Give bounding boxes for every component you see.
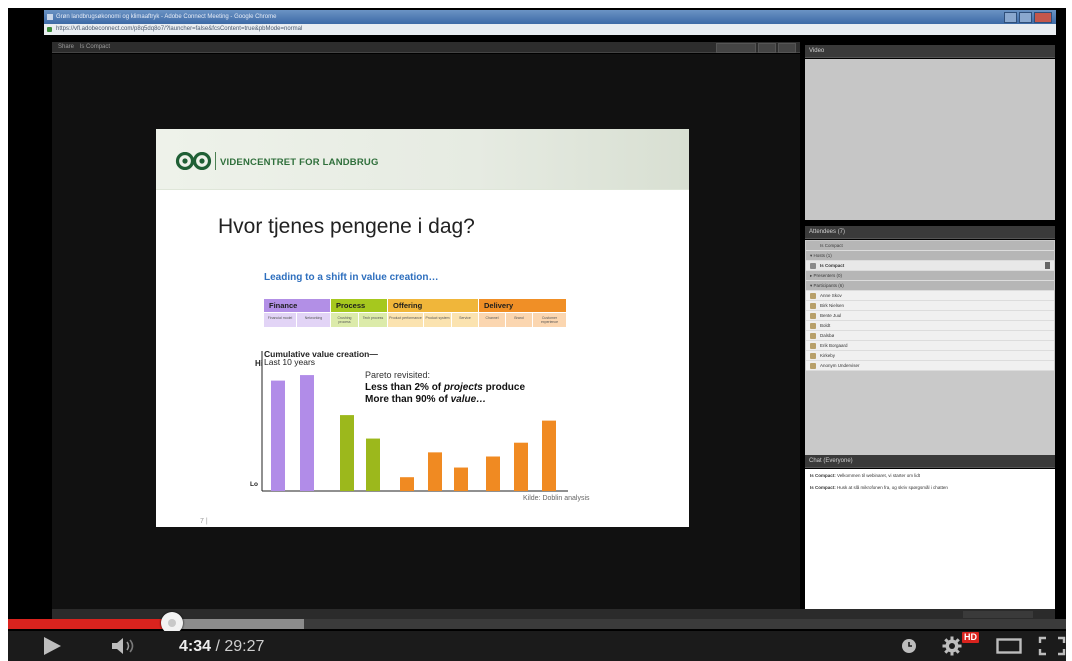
- pod-menu-icon: [778, 43, 796, 53]
- attendee-row: Is Compact: [806, 261, 1054, 271]
- chat-pod-header: Chat (Everyone): [805, 455, 1055, 468]
- presentation-slide: VIDENCENTRET FOR LANDBRUG Hvor tjenes pe…: [156, 129, 689, 527]
- slide-number: 7 |: [200, 518, 208, 525]
- browser-title-bar: Grøn landbrugsøkonomi og klimaaftryk - A…: [44, 10, 1056, 24]
- chart-bar: [340, 415, 354, 491]
- attendees-pod-header: Attendees (7): [805, 226, 1055, 239]
- attendee-group-hosts: ▾ Hosts (1): [806, 251, 1054, 261]
- attendee-row: Bente Juul: [806, 311, 1054, 321]
- chart-bar: [428, 452, 442, 491]
- browser-address-bar: https://vfl.adobeconnect.com/p8q5dq8o7/?…: [44, 24, 1056, 35]
- chart-bar: [542, 420, 556, 491]
- user-icon: [810, 263, 816, 269]
- axis-hi-label: Hi: [255, 359, 263, 368]
- browser-title-text: Grøn landbrugsøkonomi og klimaaftryk - A…: [56, 14, 277, 20]
- hd-badge: HD: [962, 632, 979, 643]
- watch-later-icon[interactable]: [901, 638, 917, 654]
- player-controls: 4:34 / 29:27 HD: [8, 631, 1066, 661]
- user-icon: [810, 323, 816, 329]
- fullscreen-pod-icon: [758, 43, 776, 53]
- chart-bar: [454, 467, 468, 491]
- chat-pod-area: Is Compact: Velkommen til webinaret, vi …: [805, 469, 1055, 609]
- pareto-line-2: More than 90% of value…: [365, 394, 487, 405]
- browser-window-icon: [47, 14, 53, 20]
- video-player[interactable]: Grøn landbrugsøkonomi og klimaaftryk - A…: [8, 8, 1066, 661]
- attendee-group-presenters: ▸ Presenters (0): [806, 271, 1054, 281]
- share-pod-buttons: [716, 43, 796, 53]
- chart-bar: [366, 438, 380, 491]
- settings-gear-icon[interactable]: [942, 636, 962, 656]
- play-icon[interactable]: [44, 637, 61, 655]
- attendee-row: Anonym Underviser: [806, 361, 1054, 371]
- time-separator: /: [211, 638, 225, 655]
- attendee-row: Boldt: [806, 321, 1054, 331]
- stop-share-button: [716, 43, 756, 53]
- user-icon: [810, 303, 816, 309]
- chart-bar: [514, 442, 528, 491]
- attendees-list: Is Compact ▾ Hosts (1) Is Compact ▸ Pres…: [805, 240, 1055, 455]
- volume-icon[interactable]: [112, 637, 138, 655]
- progress-played: [8, 619, 172, 629]
- attendee-row: Kirkeby: [806, 351, 1054, 361]
- pareto-title: Pareto revisited:: [365, 370, 431, 380]
- attendee-row: Is Compact: [806, 241, 1054, 251]
- fullscreen-icon[interactable]: [1038, 636, 1066, 656]
- maximize-icon: [1019, 12, 1032, 23]
- attendee-row: Erik Borgaard: [806, 341, 1054, 351]
- user-icon: [810, 353, 816, 359]
- user-icon: [810, 293, 816, 299]
- chart-bar: [486, 456, 500, 491]
- current-time: 4:34: [179, 638, 212, 655]
- user-icon: [810, 343, 816, 349]
- user-icon: [810, 313, 816, 319]
- pareto-line-1: Less than 2% of projects produce: [365, 382, 526, 393]
- attendee-row: Birk Nielsen: [806, 301, 1054, 311]
- share-pod-subtitle: Is Compact: [79, 44, 111, 50]
- window-controls: [1004, 12, 1052, 23]
- close-icon: [1034, 12, 1052, 23]
- lock-icon: [47, 27, 52, 32]
- attendee-group-participants: ▾ Participants (6): [806, 281, 1054, 291]
- chart-bar: [271, 380, 285, 491]
- user-icon: [810, 333, 816, 339]
- time-display: 4:34 / 29:27: [179, 638, 264, 656]
- chat-message: Is Compact: Husk at slå mikrofonen fra, …: [810, 485, 948, 490]
- attendee-row: Anne Skov: [806, 291, 1054, 301]
- duration: 29:27: [224, 638, 265, 655]
- chart-bar: [400, 477, 414, 491]
- share-pod-title: Share: [58, 44, 75, 50]
- progress-bar[interactable]: [8, 612, 1066, 634]
- source-note: Kilde: Doblin analysis: [523, 495, 590, 502]
- attendee-row: Dalsbø: [806, 331, 1054, 341]
- cumulative-sub: Last 10 years: [264, 357, 316, 367]
- axis-lo-label: Lo: [250, 481, 258, 488]
- browser-url-text: https://vfl.adobeconnect.com/p8q5dq8o7/?…: [56, 26, 303, 32]
- minimize-icon: [1004, 12, 1017, 23]
- value-creation-chart: [261, 351, 568, 492]
- user-icon: [810, 363, 816, 369]
- theater-mode-icon[interactable]: [996, 637, 1022, 655]
- chat-message: Is Compact: Velkommen til webinaret, vi …: [810, 473, 921, 478]
- status-icon: [1045, 262, 1050, 269]
- share-pod-header: Share Is Compact: [52, 42, 800, 53]
- video-pod-header: Video: [805, 45, 1055, 58]
- chart-bar: [300, 375, 314, 491]
- video-pod-area: [805, 59, 1055, 220]
